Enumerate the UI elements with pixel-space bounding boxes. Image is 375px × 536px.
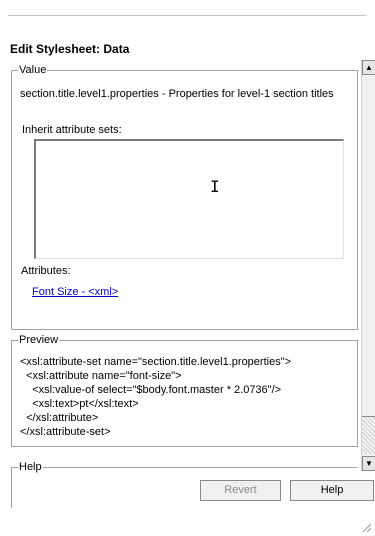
font-size-attribute-link[interactable]: Font Size - <xml> bbox=[32, 286, 118, 298]
preview-group: Preview <xsl:attribute-set name="section… bbox=[11, 333, 358, 447]
i-beam-cursor-icon: I bbox=[210, 177, 220, 196]
help-legend: Help bbox=[18, 460, 43, 474]
code-line: <xsl:attribute name="font-size"> bbox=[20, 370, 182, 382]
property-description: section.title.level1.properties - Proper… bbox=[20, 88, 334, 100]
preview-legend: Preview bbox=[18, 333, 60, 347]
arrow-down-icon[interactable]: ▼ bbox=[362, 456, 375, 471]
code-line: <xsl:attribute-set name="section.title.l… bbox=[20, 356, 292, 368]
attributes-label: Attributes: bbox=[21, 265, 71, 277]
revert-button[interactable]: Revert bbox=[200, 480, 281, 501]
vertical-scrollbar[interactable]: ▲ ▼ bbox=[361, 60, 375, 471]
code-line: </xsl:attribute> bbox=[20, 412, 99, 424]
code-line: <xsl:text>pt</xsl:text> bbox=[20, 398, 139, 410]
scrollbar-track[interactable] bbox=[362, 416, 375, 454]
preview-code: <xsl:attribute-set name="section.title.l… bbox=[20, 355, 291, 439]
code-line: <xsl:value-of select="$body.font.master … bbox=[20, 384, 282, 396]
top-divider bbox=[8, 15, 367, 16]
dialog-title: Edit Stylesheet: Data bbox=[10, 42, 130, 56]
value-legend: Value bbox=[18, 63, 48, 77]
resize-grip-icon[interactable] bbox=[361, 522, 371, 532]
inherit-attribute-sets-list[interactable]: I bbox=[34, 139, 344, 259]
inherit-attribute-sets-label: Inherit attribute sets: bbox=[22, 124, 122, 136]
value-group: Value section.title.level1.properties - … bbox=[11, 63, 358, 330]
help-button[interactable]: Help bbox=[290, 480, 374, 501]
arrow-up-icon[interactable]: ▲ bbox=[362, 60, 375, 75]
code-line: </xsl:attribute-set> bbox=[20, 426, 111, 438]
